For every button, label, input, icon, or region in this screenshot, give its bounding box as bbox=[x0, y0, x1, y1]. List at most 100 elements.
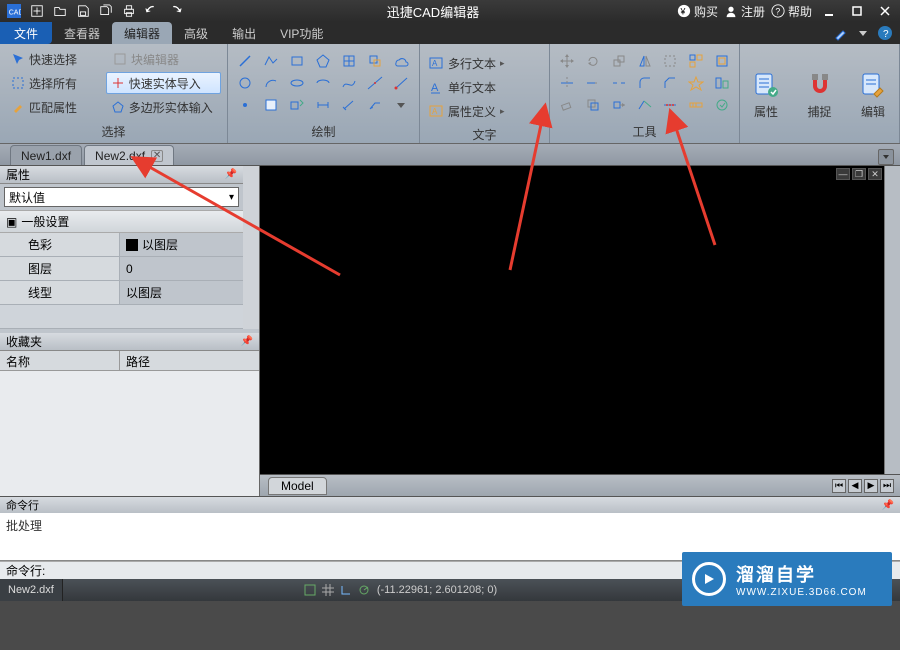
ray-icon[interactable] bbox=[392, 74, 410, 92]
prop-row-layer[interactable]: 图层 0 bbox=[0, 257, 243, 281]
redo-icon[interactable] bbox=[165, 2, 185, 20]
copy-array-icon[interactable] bbox=[687, 52, 705, 70]
props-default-combo[interactable]: 默认值 bbox=[4, 187, 239, 207]
cloud-icon[interactable] bbox=[392, 52, 410, 70]
quick-select-button[interactable]: 快速选择 bbox=[6, 48, 104, 70]
prop-row-ltype[interactable]: 线型 以图层 bbox=[0, 281, 243, 305]
layout-last-icon[interactable]: ⏭ bbox=[880, 479, 894, 493]
spline-icon[interactable] bbox=[340, 74, 358, 92]
help-button[interactable]: ?帮助 bbox=[771, 3, 812, 20]
status-snap-icon[interactable] bbox=[303, 583, 317, 597]
layout-next-icon[interactable]: ▶ bbox=[864, 479, 878, 493]
style-dropdown-icon[interactable] bbox=[854, 24, 872, 42]
pin-icon-2[interactable]: 📌 bbox=[241, 336, 253, 347]
copy-icon[interactable] bbox=[584, 96, 602, 114]
tabs-collapse-icon[interactable] bbox=[878, 149, 894, 165]
fav-col-path[interactable]: 路径 bbox=[120, 351, 156, 370]
match-prop-button[interactable]: 匹配属性 bbox=[6, 96, 102, 118]
undo-icon[interactable] bbox=[142, 2, 162, 20]
doc-tab-1[interactable]: New1.dxf bbox=[10, 145, 82, 165]
line-icon[interactable] bbox=[236, 52, 254, 70]
menu-advanced[interactable]: 高级 bbox=[172, 22, 220, 44]
mirror-icon[interactable] bbox=[636, 52, 654, 70]
props-section-general[interactable]: ▣一般设置 bbox=[0, 210, 243, 233]
dim-aligned-icon[interactable] bbox=[340, 96, 358, 114]
mtext-button[interactable]: A多行文本▸ bbox=[428, 52, 541, 74]
arc-icon[interactable] bbox=[262, 74, 280, 92]
menu-file[interactable]: 文件 bbox=[0, 22, 52, 44]
fillet-icon[interactable] bbox=[636, 74, 654, 92]
trim-icon[interactable] bbox=[558, 74, 576, 92]
menu-editor[interactable]: 编辑器 bbox=[112, 22, 172, 44]
rotate-icon[interactable] bbox=[584, 52, 602, 70]
circle-icon[interactable] bbox=[236, 74, 254, 92]
menu-vip[interactable]: VIP功能 bbox=[268, 22, 335, 44]
explode-icon[interactable] bbox=[687, 74, 705, 92]
scale-icon[interactable] bbox=[610, 52, 628, 70]
stretch-icon[interactable] bbox=[610, 96, 628, 114]
region-icon[interactable] bbox=[366, 52, 384, 70]
info-icon[interactable]: ? bbox=[876, 24, 894, 42]
insert-icon[interactable] bbox=[288, 96, 306, 114]
saveall-icon[interactable] bbox=[96, 2, 116, 20]
print-icon[interactable] bbox=[119, 2, 139, 20]
leader-icon[interactable] bbox=[366, 96, 384, 114]
measure-icon[interactable] bbox=[687, 96, 705, 114]
block-editor-button[interactable]: 块编辑器 bbox=[108, 48, 220, 70]
status-grid-icon[interactable] bbox=[321, 583, 335, 597]
model-tab[interactable]: Model bbox=[268, 477, 327, 495]
polygon-icon[interactable] bbox=[314, 52, 332, 70]
canvas-vscroll[interactable] bbox=[884, 166, 900, 474]
ellipse-icon[interactable] bbox=[288, 74, 306, 92]
pin-icon-3[interactable]: 📌 bbox=[882, 500, 894, 511]
ellipse-arc-icon[interactable] bbox=[314, 74, 332, 92]
menu-viewer[interactable]: 查看器 bbox=[52, 22, 112, 44]
layout-first-icon[interactable]: ⏮ bbox=[832, 479, 846, 493]
polygon-entity-button[interactable]: 多边形实体输入 bbox=[106, 96, 221, 118]
purge-icon[interactable] bbox=[713, 96, 731, 114]
divide-icon[interactable] bbox=[661, 96, 679, 114]
doc-tab-2[interactable]: New2.dxf✕ bbox=[84, 145, 174, 165]
xline-icon[interactable] bbox=[366, 74, 384, 92]
attrdef-button[interactable]: A属性定义▸ bbox=[428, 100, 541, 122]
block-icon[interactable] bbox=[262, 96, 280, 114]
rect-icon[interactable] bbox=[288, 52, 306, 70]
close-icon[interactable] bbox=[874, 2, 896, 20]
move-icon[interactable] bbox=[558, 52, 576, 70]
dim-drop-icon[interactable] bbox=[392, 96, 410, 114]
break-icon[interactable] bbox=[610, 74, 628, 92]
select-rect-icon[interactable] bbox=[661, 52, 679, 70]
pin-icon[interactable]: 📌 bbox=[225, 169, 237, 180]
snap-panel-button[interactable]: 捕捉 bbox=[798, 50, 842, 141]
prop-row-color[interactable]: 色彩 以图层 bbox=[0, 233, 243, 257]
save-icon[interactable] bbox=[73, 2, 93, 20]
app-icon[interactable]: CAD bbox=[4, 2, 24, 20]
menu-output[interactable]: 输出 bbox=[220, 22, 268, 44]
brush-icon[interactable] bbox=[832, 24, 850, 42]
align-icon[interactable] bbox=[713, 74, 731, 92]
canvas-close-icon[interactable]: ✕ bbox=[868, 168, 882, 180]
chamfer-icon[interactable] bbox=[661, 74, 679, 92]
offset-icon[interactable] bbox=[713, 52, 731, 70]
stext-button[interactable]: A单行文本 bbox=[428, 76, 541, 98]
extend-icon[interactable] bbox=[584, 74, 602, 92]
dim-linear-icon[interactable] bbox=[314, 96, 332, 114]
canvas-restore-icon[interactable]: ❐ bbox=[852, 168, 866, 180]
open-icon[interactable] bbox=[50, 2, 70, 20]
new-icon[interactable] bbox=[27, 2, 47, 20]
join-icon[interactable] bbox=[636, 96, 654, 114]
status-ortho-icon[interactable] bbox=[339, 583, 353, 597]
select-all-button[interactable]: 选择所有 bbox=[6, 72, 102, 94]
maximize-icon[interactable] bbox=[846, 2, 868, 20]
props-scrollbar[interactable] bbox=[243, 166, 259, 329]
properties-panel-button[interactable]: 属性 bbox=[744, 50, 788, 141]
point-icon[interactable] bbox=[236, 96, 254, 114]
canvas-min-icon[interactable]: — bbox=[836, 168, 850, 180]
fav-col-name[interactable]: 名称 bbox=[0, 351, 120, 370]
minimize-icon[interactable] bbox=[818, 2, 840, 20]
erase-icon[interactable] bbox=[558, 96, 576, 114]
buy-button[interactable]: ¥购买 bbox=[677, 3, 718, 20]
register-button[interactable]: 注册 bbox=[724, 3, 765, 20]
polyline-icon[interactable] bbox=[262, 52, 280, 70]
drawing-canvas[interactable]: — ❐ ✕ bbox=[260, 166, 884, 474]
